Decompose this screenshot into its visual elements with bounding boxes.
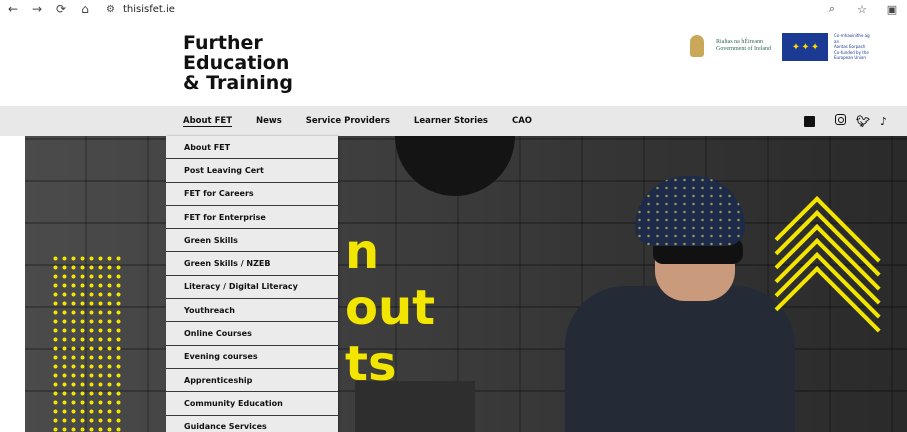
address-bar[interactable]: thisisfet.ie <box>123 4 175 15</box>
forward-button[interactable]: → <box>26 2 48 16</box>
nav-service-providers[interactable]: Service Providers <box>306 116 390 126</box>
logo-line: Further <box>183 32 263 54</box>
dropdown-item-evening-courses[interactable]: Evening courses <box>166 346 338 369</box>
logo-line: & Training <box>183 72 293 94</box>
dropdown-item-online-courses[interactable]: Online Courses <box>166 322 338 346</box>
eu-funding-logo: ✦ ✦ ✦ Co-mhaoinithe ag an Aontas Eorpach… <box>782 33 874 61</box>
dropdown-item-fet-for-enterprise[interactable]: FET for Enterprise <box>166 206 338 230</box>
nav-learner-stories[interactable]: Learner Stories <box>414 116 488 126</box>
browser-toolbar: ← → ⟳ ⌂ ⚙ thisisfet.ie ⌕ ☆ ▣ <box>0 0 907 18</box>
site-settings-icon[interactable]: ⚙ <box>106 4 115 15</box>
dropdown-item-about-fet[interactable]: About FET <box>166 136 338 160</box>
dropdown-item-guidance-services[interactable]: Guidance Services <box>166 416 338 432</box>
extension-icon[interactable]: ▣ <box>877 3 907 16</box>
tiktok-icon[interactable]: ♪ <box>880 115 887 128</box>
government-of-ireland-logo: Rialtas na hÉireann Government of Irelan… <box>690 35 771 57</box>
eu-text-line: European Union <box>834 55 866 61</box>
back-button[interactable]: ← <box>2 2 24 16</box>
dropdown-item-literacy[interactable]: Literacy / Digital Literacy <box>166 276 338 300</box>
about-fet-dropdown: About FET Post Leaving Cert FET for Care… <box>166 136 338 432</box>
eu-text-line: Co-mhaoinithe ag an <box>834 33 870 44</box>
dropdown-item-green-skills-nzeb[interactable]: Green Skills / NZEB <box>166 252 338 276</box>
gov-english-text: Government of Ireland <box>716 46 771 52</box>
home-button[interactable]: ⌂ <box>74 2 96 16</box>
hero-line: out <box>345 280 436 336</box>
dropdown-item-post-leaving-cert[interactable]: Post Leaving Cert <box>166 159 338 183</box>
twitter-icon[interactable]: 🐦︎ <box>856 115 870 128</box>
hero-line: ts <box>345 336 397 392</box>
nav-news[interactable]: News <box>256 116 282 126</box>
social-links: f 🐦︎ ♪ <box>784 106 887 136</box>
dropdown-item-apprenticeship[interactable]: Apprenticeship <box>166 369 338 393</box>
main-nav: About FET News Service Providers Learner… <box>0 106 907 136</box>
gov-irish-text: Rialtas na hÉireann <box>716 39 763 45</box>
eu-flag-icon: ✦ ✦ ✦ <box>782 33 828 61</box>
hero-banner: n out ts <box>25 136 907 432</box>
hero-headline: n out ts <box>345 224 435 392</box>
dropdown-item-youthreach[interactable]: Youthreach <box>166 299 338 323</box>
dropdown-item-community-education[interactable]: Community Education <box>166 392 338 416</box>
hero-line: n <box>345 224 380 280</box>
star-icon[interactable]: ☆ <box>847 3 877 16</box>
instagram-icon[interactable] <box>825 114 846 128</box>
site-header: Further Education & Training Rialtas na … <box>0 18 907 106</box>
browser-actions: ⌕ ☆ ▣ <box>817 0 907 18</box>
hero-welder-image <box>545 176 795 432</box>
dropdown-item-green-skills[interactable]: Green Skills <box>166 229 338 253</box>
nav-about-fet[interactable]: About FET <box>183 116 232 126</box>
zoom-icon[interactable]: ⌕ <box>817 2 847 16</box>
logo-line: Education <box>183 52 290 74</box>
yellow-dot-pattern <box>51 254 121 432</box>
harp-icon <box>690 35 704 57</box>
nav-cao[interactable]: CAO <box>512 116 532 126</box>
yellow-chevron-pattern <box>774 196 907 373</box>
dropdown-item-fet-for-careers[interactable]: FET for Careers <box>166 183 338 206</box>
facebook-icon[interactable]: f <box>794 115 815 128</box>
fet-logo[interactable]: Further Education & Training <box>183 33 293 93</box>
reload-button[interactable]: ⟳ <box>50 2 72 16</box>
